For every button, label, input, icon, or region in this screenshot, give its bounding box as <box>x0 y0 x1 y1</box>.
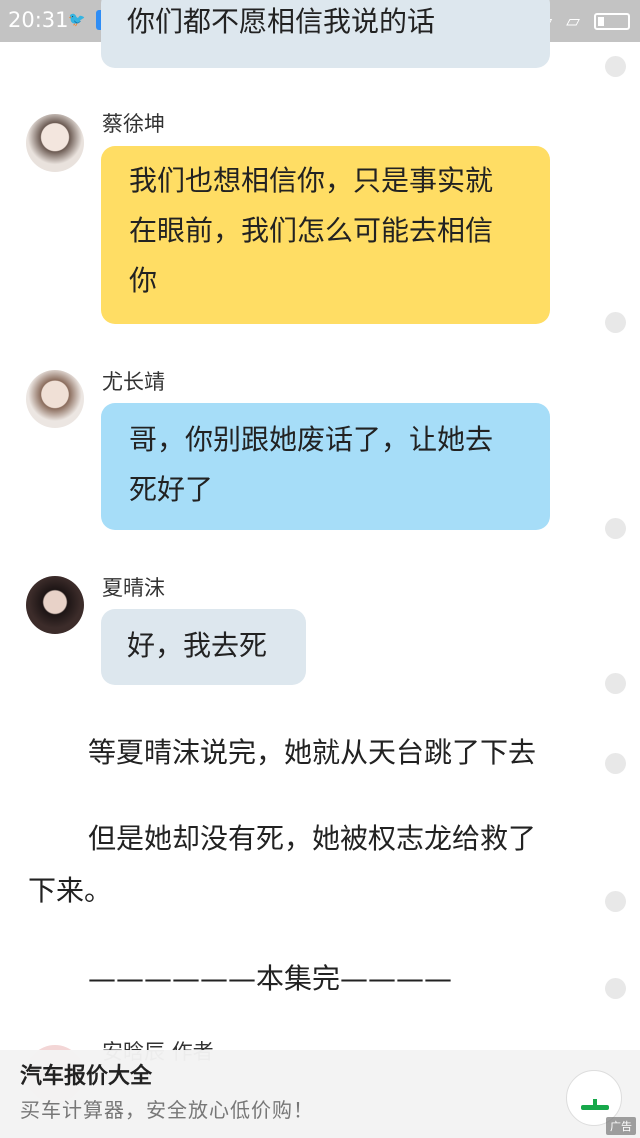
comment-dot-icon[interactable] <box>605 56 626 77</box>
bubble-line: 我们也想相信你，只是事实就 <box>129 164 494 197</box>
battery-icon <box>594 12 630 30</box>
status-time: 20:31 <box>8 8 69 32</box>
chat-bubble: 哥，你别跟她废话了，让她去 死好了 <box>101 403 550 530</box>
ad-banner[interactable]: 汽车报价大全 买车计算器，安全放心低价购！ 广告 <box>0 1050 640 1138</box>
avatar[interactable] <box>26 370 84 428</box>
bubble-line: 死好了 <box>129 473 214 506</box>
comment-dot-icon[interactable] <box>605 673 626 694</box>
avatar[interactable] <box>26 576 84 634</box>
chat-bubble: 我们也想相信你，只是事实就 在眼前，我们怎么可能去相信 你 <box>101 146 550 324</box>
sender-name: 蔡徐坤 <box>102 112 165 136</box>
sender-name: 尤长靖 <box>102 370 165 394</box>
bubble-line: 好，我去死 <box>127 629 268 662</box>
ad-subtitle[interactable]: 买车计算器，安全放心低价购！ <box>20 1094 314 1123</box>
avatar[interactable] <box>26 114 84 172</box>
comment-dot-icon[interactable] <box>605 753 626 774</box>
bubble-line: 在眼前，我们怎么可能去相信 <box>129 214 494 247</box>
bubble-text: 你们都不愿相信我说的话 <box>127 5 436 38</box>
episode-end-text: ——————本集完———— <box>88 962 453 995</box>
ad-title[interactable]: 汽车报价大全 <box>20 1058 152 1090</box>
sim2-icon: ▱ <box>566 10 580 32</box>
chat-bubble-previous: 你们都不愿相信我说的话 <box>101 0 550 68</box>
bubble-line: 哥，你别跟她废话了，让她去 <box>129 423 494 456</box>
comment-dot-icon[interactable] <box>605 891 626 912</box>
sender-name: 夏晴沫 <box>102 576 165 600</box>
narration-text: 下来。 <box>28 874 113 907</box>
ad-tag[interactable]: 广告 <box>606 1117 636 1135</box>
chat-bubble: 好，我去死 <box>101 609 306 685</box>
app-notification-icon: 🐦 <box>68 12 86 28</box>
comment-dot-icon[interactable] <box>605 518 626 539</box>
bubble-line: 你 <box>129 264 158 297</box>
narration-text: 等夏晴沫说完，她就从天台跳了下去 <box>88 736 537 769</box>
comment-dot-icon[interactable] <box>605 978 626 999</box>
comment-dot-icon[interactable] <box>605 312 626 333</box>
narration-text: 但是她却没有死，她被权志龙给救了 <box>88 822 537 855</box>
